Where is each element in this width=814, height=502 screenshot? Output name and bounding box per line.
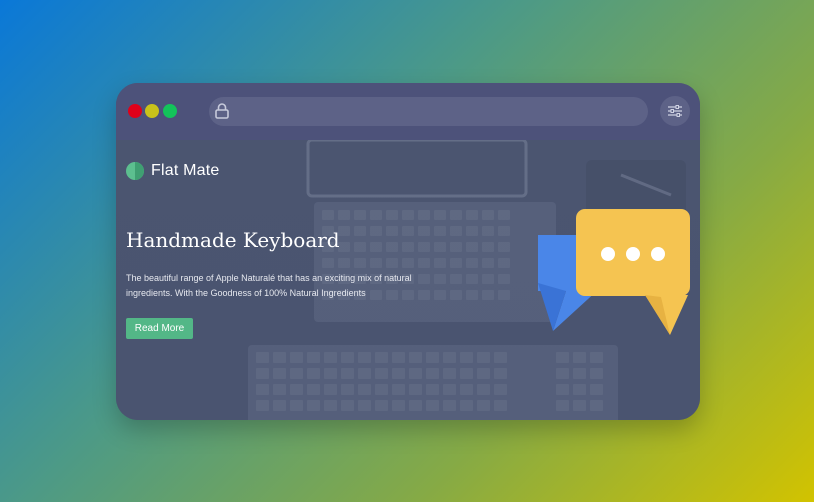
minimize-window-button[interactable] xyxy=(145,104,159,118)
hero-title: Handmade Keyboard xyxy=(126,228,340,252)
sliders-icon xyxy=(668,105,682,117)
browser-window: Flat Mate Handmade Keyboard The beautifu… xyxy=(116,83,700,420)
title-bar xyxy=(116,83,700,140)
hero-section: Flat Mate Handmade Keyboard The beautifu… xyxy=(116,140,700,420)
read-more-button[interactable]: Read More xyxy=(126,318,193,339)
hero-description: The beautiful range of Apple Naturalé th… xyxy=(126,273,412,298)
brand-logo-icon xyxy=(126,162,144,180)
brand-name: Flat Mate xyxy=(151,162,220,179)
maximize-window-button[interactable] xyxy=(163,104,177,118)
lock-icon xyxy=(215,103,229,119)
settings-button[interactable] xyxy=(660,96,690,126)
chat-bubbles-icon xyxy=(538,209,690,335)
close-window-button[interactable] xyxy=(128,104,142,118)
address-bar[interactable] xyxy=(209,97,648,126)
brand[interactable]: Flat Mate xyxy=(126,162,220,180)
